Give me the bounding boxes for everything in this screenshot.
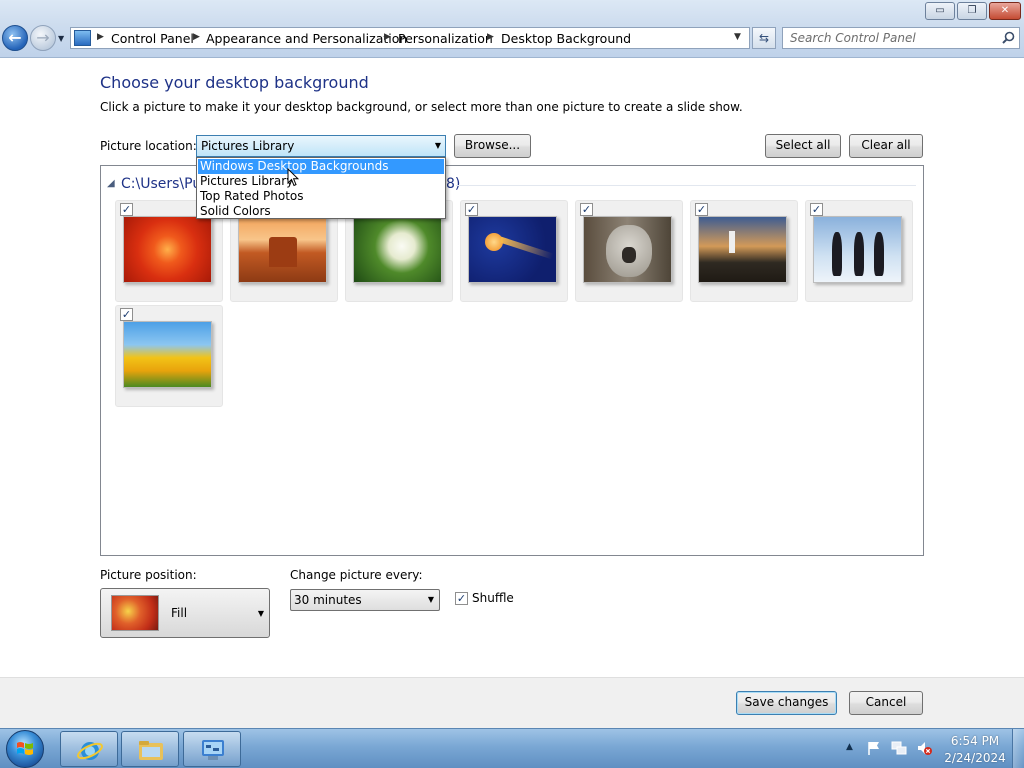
picture-position-value: Fill	[171, 606, 188, 620]
volume-muted-icon[interactable]	[916, 740, 932, 756]
control-panel-icon	[74, 30, 91, 46]
picture-location-select[interactable]: Pictures Library ▼	[196, 135, 446, 157]
chevron-right-icon[interactable]: ▶	[193, 32, 200, 42]
breadcrumb-control-panel[interactable]: Control Panel	[111, 31, 194, 46]
change-interval-value: 30 minutes	[294, 593, 362, 607]
address-bar[interactable]: ▶ Control Panel ▶ Appearance and Persona…	[70, 27, 750, 49]
back-button[interactable]: ←	[2, 25, 28, 51]
recent-pages-dropdown[interactable]: ▼	[58, 34, 64, 43]
picture-checkbox[interactable]: ✓	[120, 308, 133, 321]
chevron-down-icon: ▼	[434, 141, 441, 150]
page-description: Click a picture to make it your desktop …	[100, 100, 743, 114]
option-solid-colors[interactable]: Solid Colors	[198, 204, 444, 219]
network-icon[interactable]	[891, 740, 907, 756]
chevron-right-icon[interactable]: ▶	[487, 32, 494, 42]
picture-location-value: Pictures Library	[201, 139, 295, 153]
picture-group-count: 8)	[446, 176, 461, 192]
taskbar-clock[interactable]: 6:54 PM 2/24/2024	[944, 733, 1006, 767]
picture-tile-koala[interactable]: ✓	[575, 200, 683, 302]
taskbar-item-windows-explorer[interactable]	[121, 731, 179, 767]
picture-checkbox[interactable]: ✓	[580, 203, 593, 216]
arrow-left-icon: ←	[8, 28, 22, 47]
mouse-pointer-icon	[287, 168, 299, 187]
picture-position-label: Picture position:	[100, 568, 197, 582]
show-hidden-icons-button[interactable]: ▲	[846, 742, 853, 752]
jellyfish-thumbnail	[468, 216, 557, 283]
search-placeholder: Search Control Panel	[790, 31, 916, 45]
option-windows-desktop-backgrounds[interactable]: Windows Desktop Backgrounds	[198, 159, 444, 174]
option-pictures-library[interactable]: Pictures Library	[198, 174, 444, 189]
folder-icon	[139, 741, 163, 760]
picture-location-dropdown-list: Windows Desktop Backgrounds Pictures Lib…	[196, 157, 446, 219]
clock-time: 6:54 PM	[950, 734, 1000, 748]
control-panel-icon	[202, 740, 224, 760]
breadcrumb-appearance[interactable]: Appearance and Personalization	[206, 31, 407, 46]
taskbar-item-internet-explorer[interactable]	[60, 731, 118, 767]
chevron-down-icon: ▼	[257, 609, 264, 618]
hydrangea-thumbnail	[353, 216, 442, 283]
chevron-down-icon[interactable]: ▼	[734, 32, 741, 42]
picture-tile-jellyfish[interactable]: ✓	[460, 200, 568, 302]
internet-explorer-icon	[77, 742, 103, 760]
option-top-rated-photos[interactable]: Top Rated Photos	[198, 189, 444, 204]
chevron-right-icon[interactable]: ▶	[384, 32, 391, 42]
koala-thumbnail	[583, 216, 672, 283]
picture-group-header[interactable]: C:\Users\Pu	[121, 176, 196, 192]
taskbar-item-control-panel[interactable]	[183, 731, 241, 767]
picture-tile-lighthouse[interactable]: ✓	[690, 200, 798, 302]
select-all-button[interactable]: Select all	[765, 134, 841, 158]
close-button[interactable]: ✕	[989, 2, 1021, 20]
lighthouse-thumbnail	[698, 216, 787, 283]
chevron-down-icon: ▼	[427, 595, 434, 604]
picture-checkbox[interactable]: ✓	[465, 203, 478, 216]
collapse-group-icon[interactable]: ◢	[107, 178, 115, 189]
search-icon	[1002, 31, 1015, 44]
search-input[interactable]: Search Control Panel	[782, 27, 1020, 49]
picture-checkbox[interactable]: ✓	[810, 203, 823, 216]
browse-button[interactable]: Browse...	[454, 134, 531, 158]
action-center-flag-icon[interactable]	[866, 740, 882, 756]
desert-mesa-thumbnail	[238, 216, 327, 283]
show-desktop-button[interactable]	[1012, 729, 1024, 768]
save-changes-button[interactable]: Save changes	[736, 691, 837, 715]
cancel-button[interactable]: Cancel	[849, 691, 923, 715]
clear-all-button[interactable]: Clear all	[849, 134, 923, 158]
orange-flower-thumbnail	[123, 216, 212, 283]
shuffle-label[interactable]: Shuffle	[472, 591, 514, 605]
picture-tile-tulips[interactable]: ✓	[115, 305, 223, 407]
arrow-right-icon: →	[36, 28, 50, 47]
picture-location-label: Picture location:	[100, 139, 197, 153]
tulips-thumbnail	[123, 321, 212, 388]
minimize-button[interactable]: ▭	[925, 2, 955, 20]
change-interval-select[interactable]: 30 minutes ▼	[290, 589, 440, 611]
forward-button[interactable]: →	[30, 25, 56, 51]
chevron-right-icon[interactable]: ▶	[97, 32, 104, 42]
refresh-button[interactable]: ⇆	[752, 27, 776, 49]
breadcrumb-desktop-background[interactable]: Desktop Background	[501, 31, 631, 46]
picture-checkbox[interactable]: ✓	[695, 203, 708, 216]
penguins-thumbnail	[813, 216, 902, 283]
picture-position-preview	[111, 595, 159, 631]
picture-checkbox[interactable]: ✓	[120, 203, 133, 216]
change-interval-label: Change picture every:	[290, 568, 423, 582]
picture-position-select[interactable]: Fill ▼	[100, 588, 270, 638]
breadcrumb-personalization[interactable]: Personalization	[398, 31, 493, 46]
page-title: Choose your desktop background	[100, 73, 369, 92]
maximize-button[interactable]: ❐	[957, 2, 987, 20]
windows-logo-icon	[17, 742, 33, 755]
shuffle-checkbox[interactable]: ✓	[455, 592, 468, 605]
clock-date: 2/24/2024	[944, 751, 1006, 765]
refresh-icon: ⇆	[758, 31, 770, 45]
group-divider	[456, 185, 916, 186]
picture-tile-penguins[interactable]: ✓	[805, 200, 913, 302]
